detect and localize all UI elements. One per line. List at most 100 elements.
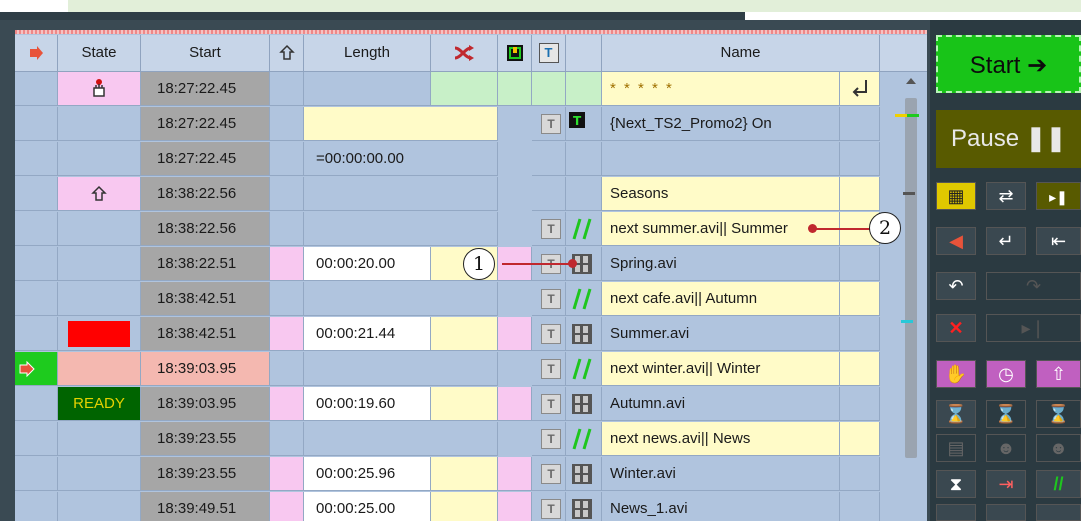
row-type[interactable]: [566, 142, 602, 176]
row-end[interactable]: [840, 282, 880, 316]
row-titles[interactable]: T: [532, 492, 566, 521]
table-row[interactable]: 18:38:42.51 T next cafe.avi|| Autumn: [15, 282, 895, 317]
row-type[interactable]: [566, 177, 602, 211]
row-length[interactable]: 00:00:25.96: [304, 457, 431, 491]
undo-button[interactable]: ↶: [936, 272, 976, 300]
row-length[interactable]: [304, 177, 498, 211]
table-row[interactable]: 18:27:22.45 * * * * *: [15, 72, 895, 107]
row-name[interactable]: News_1.avi: [602, 492, 840, 521]
table-row[interactable]: 18:39:23.55 00:00:25.96 T Winter.avi: [15, 457, 895, 492]
row-marker[interactable]: [15, 177, 58, 211]
scroll-up-arrow[interactable]: [906, 78, 916, 84]
row-marker[interactable]: [15, 457, 58, 491]
row-start[interactable]: 18:38:22.56: [141, 177, 270, 211]
row-start[interactable]: 18:38:22.51: [141, 247, 270, 281]
row-end[interactable]: [840, 457, 880, 491]
row-titles[interactable]: T: [532, 387, 566, 421]
row-end[interactable]: [840, 72, 880, 106]
align-button-2[interactable]: [986, 504, 1026, 521]
row-name[interactable]: Summer.avi: [602, 317, 840, 351]
row-type[interactable]: [566, 352, 602, 386]
row-length[interactable]: [304, 422, 498, 456]
return-up-button[interactable]: ⇧: [1036, 360, 1081, 388]
row-titles[interactable]: T: [532, 107, 566, 141]
schedule-button-3[interactable]: ⌛: [1036, 400, 1081, 428]
header-state[interactable]: State: [58, 35, 141, 71]
row-transition[interactable]: [431, 457, 498, 491]
row-return[interactable]: [270, 142, 304, 176]
row-state[interactable]: [58, 492, 141, 521]
row-state[interactable]: [58, 247, 141, 281]
row-return[interactable]: [270, 247, 304, 281]
person-button-2[interactable]: ☻: [1036, 434, 1081, 462]
row-length[interactable]: [304, 352, 498, 386]
titles-button[interactable]: T: [541, 464, 561, 484]
row-state[interactable]: [58, 457, 141, 491]
table-row[interactable]: 18:39:23.55 T next news.avi|| News: [15, 422, 895, 457]
row-titles[interactable]: [532, 72, 566, 106]
row-state[interactable]: [58, 317, 141, 351]
titles-button[interactable]: T: [541, 114, 561, 134]
goto-current-button[interactable]: ◀: [936, 227, 976, 255]
table-row[interactable]: 18:38:42.51 00:00:21.44 T Summer.avi: [15, 317, 895, 352]
row-marker[interactable]: [15, 142, 58, 176]
row-length[interactable]: [304, 107, 498, 141]
row-marker[interactable]: [15, 212, 58, 246]
row-state[interactable]: [58, 177, 141, 211]
row-key[interactable]: [498, 492, 532, 521]
delete-button[interactable]: ✕: [936, 314, 976, 342]
table-row[interactable]: 18:38:22.56 Seasons: [15, 177, 895, 212]
row-key[interactable]: [498, 317, 532, 351]
row-state[interactable]: [58, 72, 141, 106]
row-marker[interactable]: [15, 422, 58, 456]
row-type[interactable]: [566, 282, 602, 316]
row-start[interactable]: 18:38:22.56: [141, 212, 270, 246]
row-end[interactable]: [840, 317, 880, 351]
row-name[interactable]: next summer.avi|| Summer: [602, 212, 840, 246]
schedule-button[interactable]: ⌛: [936, 400, 976, 428]
timer-button[interactable]: ◷: [986, 360, 1026, 388]
row-end[interactable]: [840, 142, 880, 176]
insert-button[interactable]: ⇥: [986, 470, 1026, 498]
skip-button[interactable]: ▸❘: [986, 314, 1081, 342]
header-transition-col[interactable]: [431, 35, 498, 71]
scroll-thumb[interactable]: [905, 98, 917, 458]
table-row[interactable]: 18:39:03.95 T next winter.avi|| Winter: [15, 352, 895, 387]
row-key[interactable]: [498, 457, 532, 491]
row-name[interactable]: {Next_TS2_Promo2} On: [602, 107, 840, 141]
row-return[interactable]: [270, 107, 304, 141]
row-start[interactable]: 18:39:03.95: [141, 387, 270, 421]
row-state[interactable]: [58, 352, 141, 386]
row-name[interactable]: Winter.avi: [602, 457, 840, 491]
row-name[interactable]: next winter.avi|| Winter: [602, 352, 840, 386]
header-marker-col[interactable]: [15, 35, 58, 71]
table-row[interactable]: 18:39:49.51 00:00:25.00 T News_1.avi: [15, 492, 895, 521]
row-return[interactable]: [270, 457, 304, 491]
row-state[interactable]: READY: [58, 387, 141, 421]
header-return-col[interactable]: [270, 35, 304, 71]
row-marker[interactable]: [15, 247, 58, 281]
row-end[interactable]: [840, 352, 880, 386]
row-return[interactable]: [270, 317, 304, 351]
titles-button[interactable]: T: [541, 394, 561, 414]
row-marker[interactable]: [15, 492, 58, 521]
table-row[interactable]: 18:38:22.51 00:00:20.00 T Spring.avi: [15, 247, 895, 282]
redo-button[interactable]: ↷: [986, 272, 1081, 300]
hand-stop-button[interactable]: ✋: [936, 360, 976, 388]
row-state[interactable]: [58, 422, 141, 456]
hourglass-button[interactable]: ⧗: [936, 470, 976, 498]
row-name[interactable]: Spring.avi: [602, 247, 840, 281]
row-return[interactable]: [270, 387, 304, 421]
row-type[interactable]: [566, 212, 602, 246]
row-return[interactable]: [270, 352, 304, 386]
row-type[interactable]: [566, 422, 602, 456]
row-type[interactable]: T: [566, 107, 602, 141]
loop-button[interactable]: ⇄: [986, 182, 1026, 210]
row-type[interactable]: [566, 72, 602, 106]
titles-button[interactable]: T: [541, 289, 561, 309]
horizontal-scrollbar[interactable]: [0, 12, 745, 20]
row-name[interactable]: Autumn.avi: [602, 387, 840, 421]
header-key-col[interactable]: [498, 35, 532, 71]
row-type[interactable]: [566, 492, 602, 521]
row-length[interactable]: 00:00:21.44: [304, 317, 431, 351]
